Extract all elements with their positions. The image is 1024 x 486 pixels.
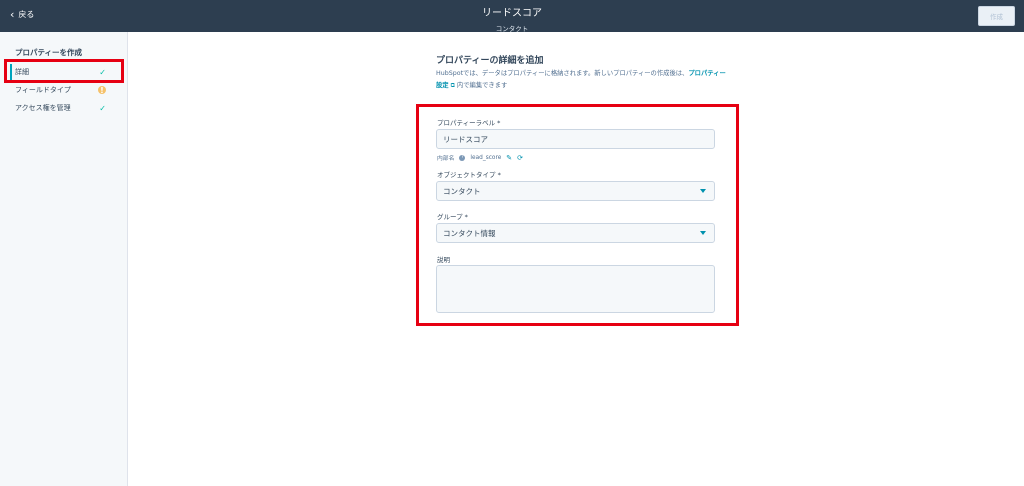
- description-label: 説明: [437, 256, 450, 264]
- caret-down-icon: [700, 231, 706, 235]
- refresh-icon[interactable]: ⟳: [517, 154, 523, 162]
- sidebar-item-label: アクセス権を管理: [15, 104, 71, 112]
- section-title: プロパティーの詳細を追加: [436, 56, 544, 66]
- warning-icon: !: [98, 86, 106, 95]
- internal-name-row: 内部名 ? lead_score ✎ ⟳: [437, 153, 523, 163]
- sidebar-item-label: フィールドタイプ: [15, 86, 71, 94]
- create-button[interactable]: 作成: [978, 6, 1015, 26]
- page-subtitle: コンタクト: [495, 25, 529, 33]
- description-text: HubSpotでは、データはプロパティーに格納されます。新しいプロパティーの作成…: [436, 70, 689, 77]
- external-link-icon: ⧉: [450, 82, 455, 89]
- object-type-value: コンタクト: [443, 186, 481, 196]
- group-value: コンタクト情報: [443, 228, 496, 238]
- page-title: リードスコア: [482, 8, 542, 19]
- group-label: グループ *: [437, 213, 468, 221]
- top-header: ‹ 戻る リードスコア コンタクト 作成: [0, 0, 1024, 33]
- check-icon: ✓: [99, 103, 106, 113]
- header-title-group: リードスコア コンタクト: [0, 4, 1024, 33]
- internal-name-value: lead_score: [470, 154, 502, 161]
- highlight-box-sidebar: [4, 59, 124, 83]
- caret-down-icon: [700, 189, 706, 193]
- sidebar-item-field-type[interactable]: フィールドタイプ !: [10, 82, 118, 98]
- description-suffix: 内で編集できます: [456, 82, 508, 89]
- object-type-select[interactable]: コンタクト: [436, 181, 715, 201]
- description-textarea[interactable]: [436, 265, 715, 313]
- group-select[interactable]: コンタクト情報: [436, 223, 715, 243]
- section-description: HubSpotでは、データはプロパティーに格納されます。新しいプロパティーの作成…: [436, 68, 726, 92]
- pencil-icon[interactable]: ✎: [506, 154, 512, 162]
- sidebar-title: プロパティーを作成: [15, 48, 83, 57]
- property-label-value: リードスコア: [443, 134, 488, 144]
- property-label-input[interactable]: リードスコア: [436, 129, 715, 149]
- object-type-label: オブジェクトタイプ *: [437, 171, 501, 179]
- help-icon[interactable]: ?: [459, 154, 466, 161]
- property-label-label: プロパティーラベル *: [437, 119, 501, 127]
- sidebar-item-permissions[interactable]: アクセス権を管理 ✓: [10, 100, 118, 116]
- internal-name-label: 内部名: [437, 156, 455, 162]
